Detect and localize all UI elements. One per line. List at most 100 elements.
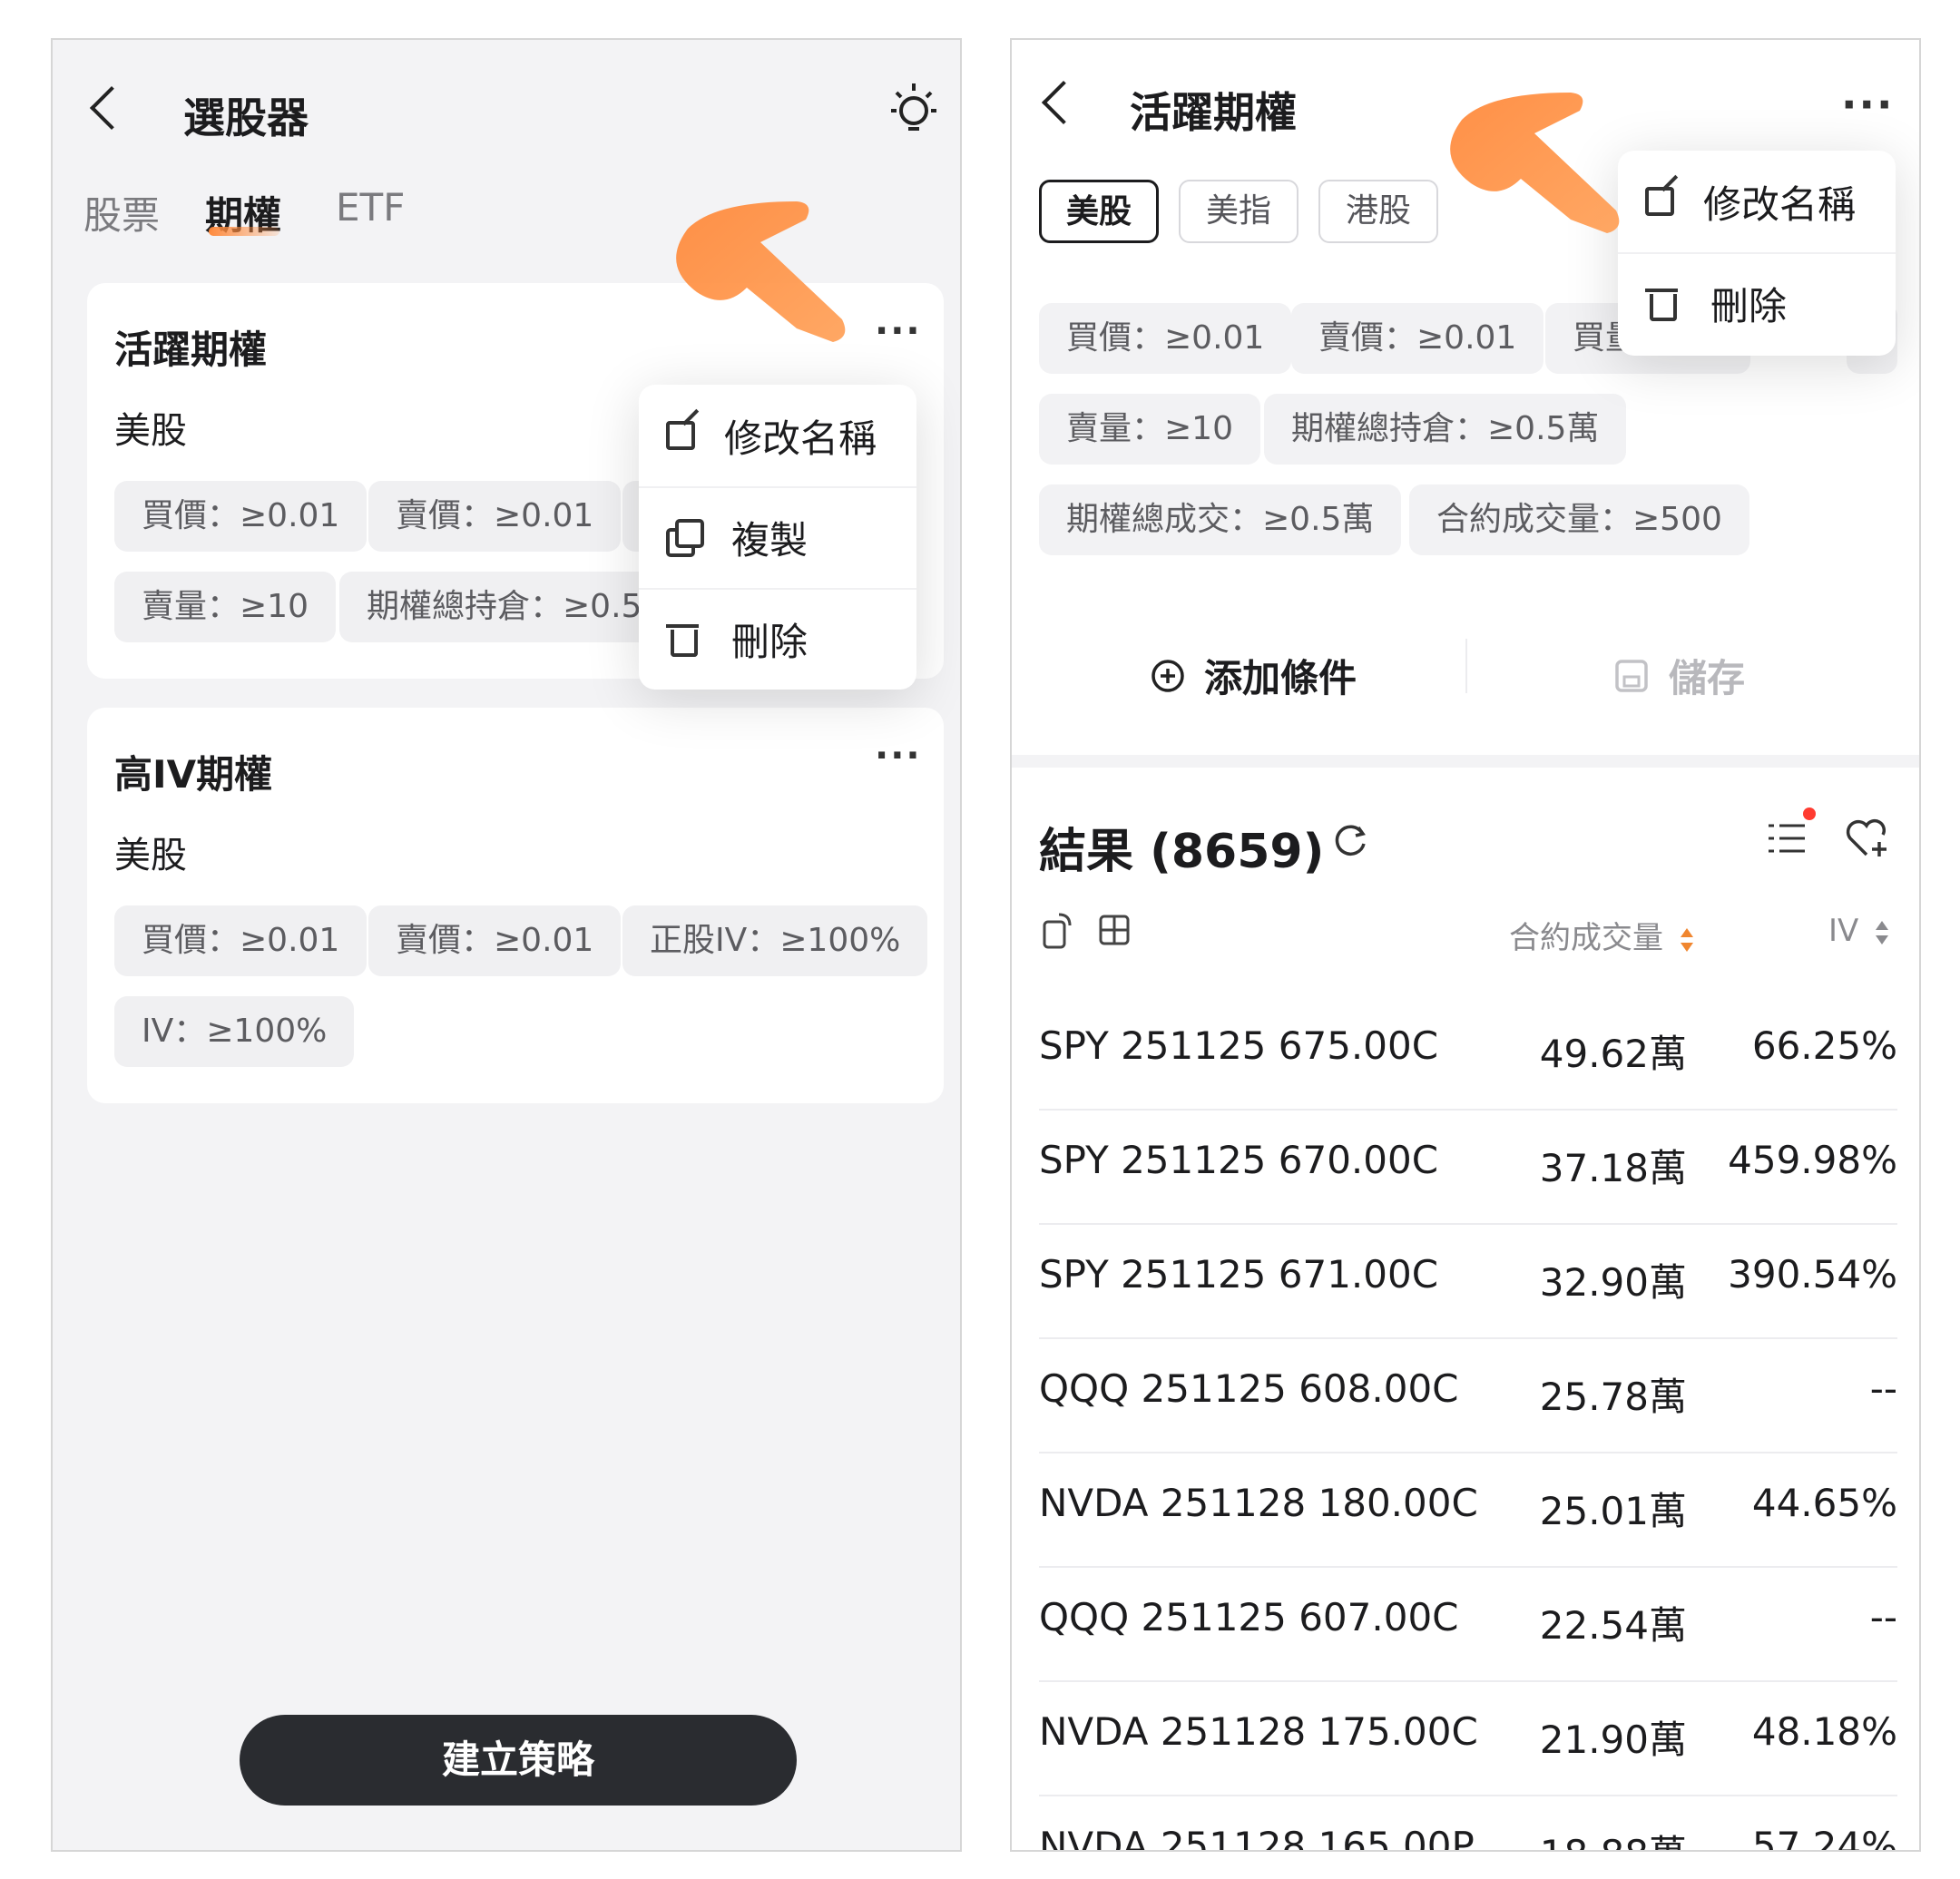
table-row[interactable]: NVDA 251128 175.00C 21.90萬 48.18% <box>1039 1682 1897 1796</box>
filter-chip: 賣價：≥0.01 <box>368 905 622 976</box>
option-volume: 22.54萬 <box>1539 1603 1687 1648</box>
active-tab-indicator <box>209 227 279 236</box>
card-title: 活躍期權 <box>114 328 268 372</box>
option-symbol: NVDA 251128 180.00C <box>1039 1481 1478 1525</box>
filter-chip: 賣量：≥10 <box>114 572 336 642</box>
card-market: 美股 <box>114 835 187 876</box>
lightbulb-icon[interactable] <box>886 80 942 136</box>
segment-hk-stocks[interactable]: 港股 <box>1318 180 1438 243</box>
page-title: 選股器 <box>183 93 309 142</box>
pointing-hand-icon <box>676 201 846 342</box>
menu-delete-label: 刪除 <box>1710 283 1788 328</box>
filter-chip: 正股IV：≥100% <box>622 905 928 976</box>
option-volume: 21.90萬 <box>1539 1718 1687 1762</box>
table-row[interactable]: SPY 251125 671.00C 32.90萬 390.54% <box>1039 1225 1897 1339</box>
screener-list-screen: 選股器 股票 期權 ETF 活躍期權 ··· 美股 買價：≥0.01 賣價：≥0… <box>51 38 962 1852</box>
add-condition-label: 添加條件 <box>1204 656 1357 700</box>
menu-duplicate-label: 複製 <box>731 517 808 563</box>
add-condition-button[interactable]: 添加條件 <box>1150 648 1357 703</box>
menu-rename[interactable]: 修改名稱 <box>1618 151 1896 252</box>
menu-rename-label: 修改名稱 <box>1703 181 1857 227</box>
column-header-iv[interactable]: IV <box>1828 913 1889 949</box>
section-divider <box>1012 755 1919 768</box>
filter-chip: 合約成交量：≥500 <box>1409 484 1749 555</box>
grid-icon[interactable] <box>1097 913 1132 947</box>
menu-delete[interactable]: 刪除 <box>639 588 916 690</box>
card-market: 美股 <box>114 410 187 452</box>
menu-rename-label: 修改名稱 <box>724 416 877 461</box>
strategy-card-high-iv[interactable]: 高IV期權 ··· 美股 買價：≥0.01 賣價：≥0.01 正股IV：≥100… <box>87 708 944 1103</box>
option-symbol: SPY 251125 670.00C <box>1039 1138 1439 1182</box>
column-iv-label: IV <box>1828 913 1859 949</box>
option-iv: -- <box>1869 1366 1897 1411</box>
more-icon[interactable]: ··· <box>875 735 922 777</box>
copy-icon <box>666 519 704 557</box>
refresh-icon[interactable] <box>1331 820 1371 860</box>
option-symbol: SPY 251125 675.00C <box>1039 1023 1439 1068</box>
save-label: 儲存 <box>1669 656 1746 700</box>
table-row[interactable]: QQQ 251125 608.00C 25.78萬 -- <box>1039 1339 1897 1453</box>
column-header-volume[interactable]: 合約成交量 <box>1509 913 1693 957</box>
sort-icon <box>1876 920 1889 944</box>
option-symbol: QQQ 251125 608.00C <box>1039 1366 1459 1411</box>
option-volume: 49.62萬 <box>1539 1032 1687 1076</box>
rotate-icon[interactable] <box>1041 911 1077 951</box>
sort-icon <box>1680 927 1693 952</box>
more-icon[interactable]: ··· <box>875 310 922 352</box>
option-volume: 32.90萬 <box>1539 1260 1687 1305</box>
option-iv: 57.24% <box>1751 1824 1897 1852</box>
segment-us-indices[interactable]: 美指 <box>1179 180 1298 243</box>
edit-icon <box>666 421 695 450</box>
screener-detail-screen: 活躍期權 ··· 美股 美指 港股 買價：≥0.01 賣價：≥0.01 買量：≥… <box>1010 38 1921 1852</box>
option-symbol: NVDA 251128 175.00C <box>1039 1709 1478 1754</box>
save-icon <box>1615 659 1648 692</box>
option-symbol: SPY 251125 671.00C <box>1039 1252 1439 1297</box>
create-strategy-button[interactable]: 建立策略 <box>240 1715 797 1806</box>
table-row[interactable]: NVDA 251128 165.00P 18.88萬 57.24% <box>1039 1796 1897 1852</box>
more-icon[interactable]: ··· <box>1841 80 1894 129</box>
add-favorite-icon[interactable] <box>1843 815 1894 860</box>
add-circle-icon <box>1152 659 1184 692</box>
trash-icon <box>666 621 702 657</box>
filter-chip: 期權總持倉：≥0.5萬 <box>1264 394 1627 465</box>
segment-us-stocks[interactable]: 美股 <box>1039 180 1159 243</box>
tab-stocks[interactable]: 股票 <box>83 185 160 240</box>
action-divider <box>1465 639 1467 693</box>
filter-chip: 買價：≥0.01 <box>114 481 368 552</box>
table-row[interactable]: SPY 251125 670.00C 37.18萬 459.98% <box>1039 1111 1897 1225</box>
option-volume: 25.78萬 <box>1539 1375 1687 1419</box>
strategy-options-menu: 修改名稱 刪除 <box>1618 151 1896 356</box>
table-row[interactable]: QQQ 251125 607.00C 22.54萬 -- <box>1039 1568 1897 1682</box>
filter-chip: 賣量：≥10 <box>1039 394 1260 465</box>
menu-delete-label: 刪除 <box>731 619 808 664</box>
back-icon[interactable] <box>89 85 134 131</box>
filter-chip: 賣價：≥0.01 <box>1291 303 1544 374</box>
option-iv: 48.18% <box>1751 1709 1897 1754</box>
option-iv: 459.98% <box>1728 1138 1897 1182</box>
menu-duplicate[interactable]: 複製 <box>639 486 916 588</box>
option-iv: 390.54% <box>1728 1252 1897 1297</box>
filter-chip: IV：≥100% <box>114 996 355 1067</box>
option-iv: 44.65% <box>1751 1481 1897 1525</box>
option-iv: -- <box>1869 1595 1897 1639</box>
filter-chip: 買價：≥0.01 <box>1039 303 1292 374</box>
tab-etf[interactable]: ETF <box>336 185 405 230</box>
menu-delete[interactable]: 刪除 <box>1618 252 1896 354</box>
card-title: 高IV期權 <box>114 752 273 797</box>
table-row[interactable]: NVDA 251128 180.00C 25.01萬 44.65% <box>1039 1453 1897 1568</box>
menu-rename[interactable]: 修改名稱 <box>639 385 916 486</box>
option-symbol: QQQ 251125 607.00C <box>1039 1595 1459 1639</box>
edit-icon <box>1645 187 1674 216</box>
table-row[interactable]: SPY 251125 675.00C 49.62萬 66.25% <box>1039 996 1897 1111</box>
filter-list-icon[interactable] <box>1765 813 1812 860</box>
trash-icon <box>1645 285 1681 321</box>
page-title: 活躍期權 <box>1130 88 1297 137</box>
filter-chip: 期權總成交：≥0.5萬 <box>1039 484 1402 555</box>
column-volume-label: 合約成交量 <box>1509 920 1663 956</box>
notification-badge <box>1803 807 1816 820</box>
option-iv: 66.25% <box>1751 1023 1897 1068</box>
option-volume: 25.01萬 <box>1539 1489 1687 1533</box>
back-icon[interactable] <box>1041 80 1086 125</box>
save-button[interactable]: 儲存 <box>1614 648 1745 703</box>
results-title: 結果 (8659) <box>1039 825 1325 879</box>
